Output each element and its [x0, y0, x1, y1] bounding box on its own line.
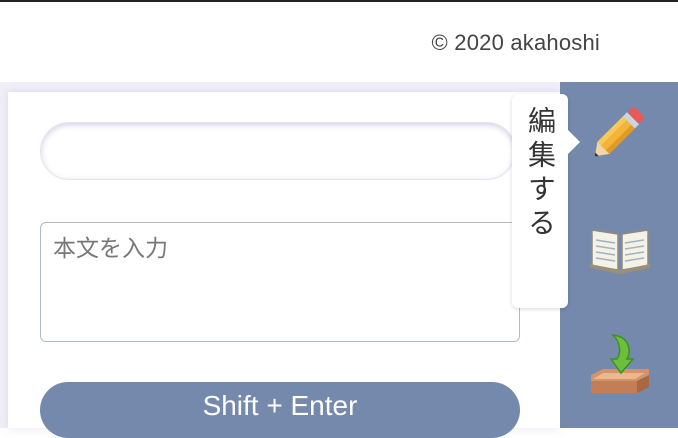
- page-header: © 2020 akahoshi: [0, 2, 678, 82]
- sidebar-item-read[interactable]: [584, 212, 656, 284]
- pencil-icon: [594, 107, 644, 157]
- submit-button[interactable]: Shift + Enter: [40, 382, 520, 438]
- inbox-download-icon: [591, 334, 649, 393]
- sidebar-item-download[interactable]: [584, 326, 656, 398]
- tooltip-label: 編集する: [524, 106, 557, 242]
- copyright-text: © 2020 akahoshi: [431, 30, 600, 55]
- sidebar-item-edit[interactable]: [584, 96, 656, 168]
- edit-tooltip: 編集する: [512, 94, 580, 308]
- title-input[interactable]: [40, 122, 516, 180]
- open-book-icon: [590, 229, 650, 274]
- body-textarea[interactable]: [40, 222, 520, 342]
